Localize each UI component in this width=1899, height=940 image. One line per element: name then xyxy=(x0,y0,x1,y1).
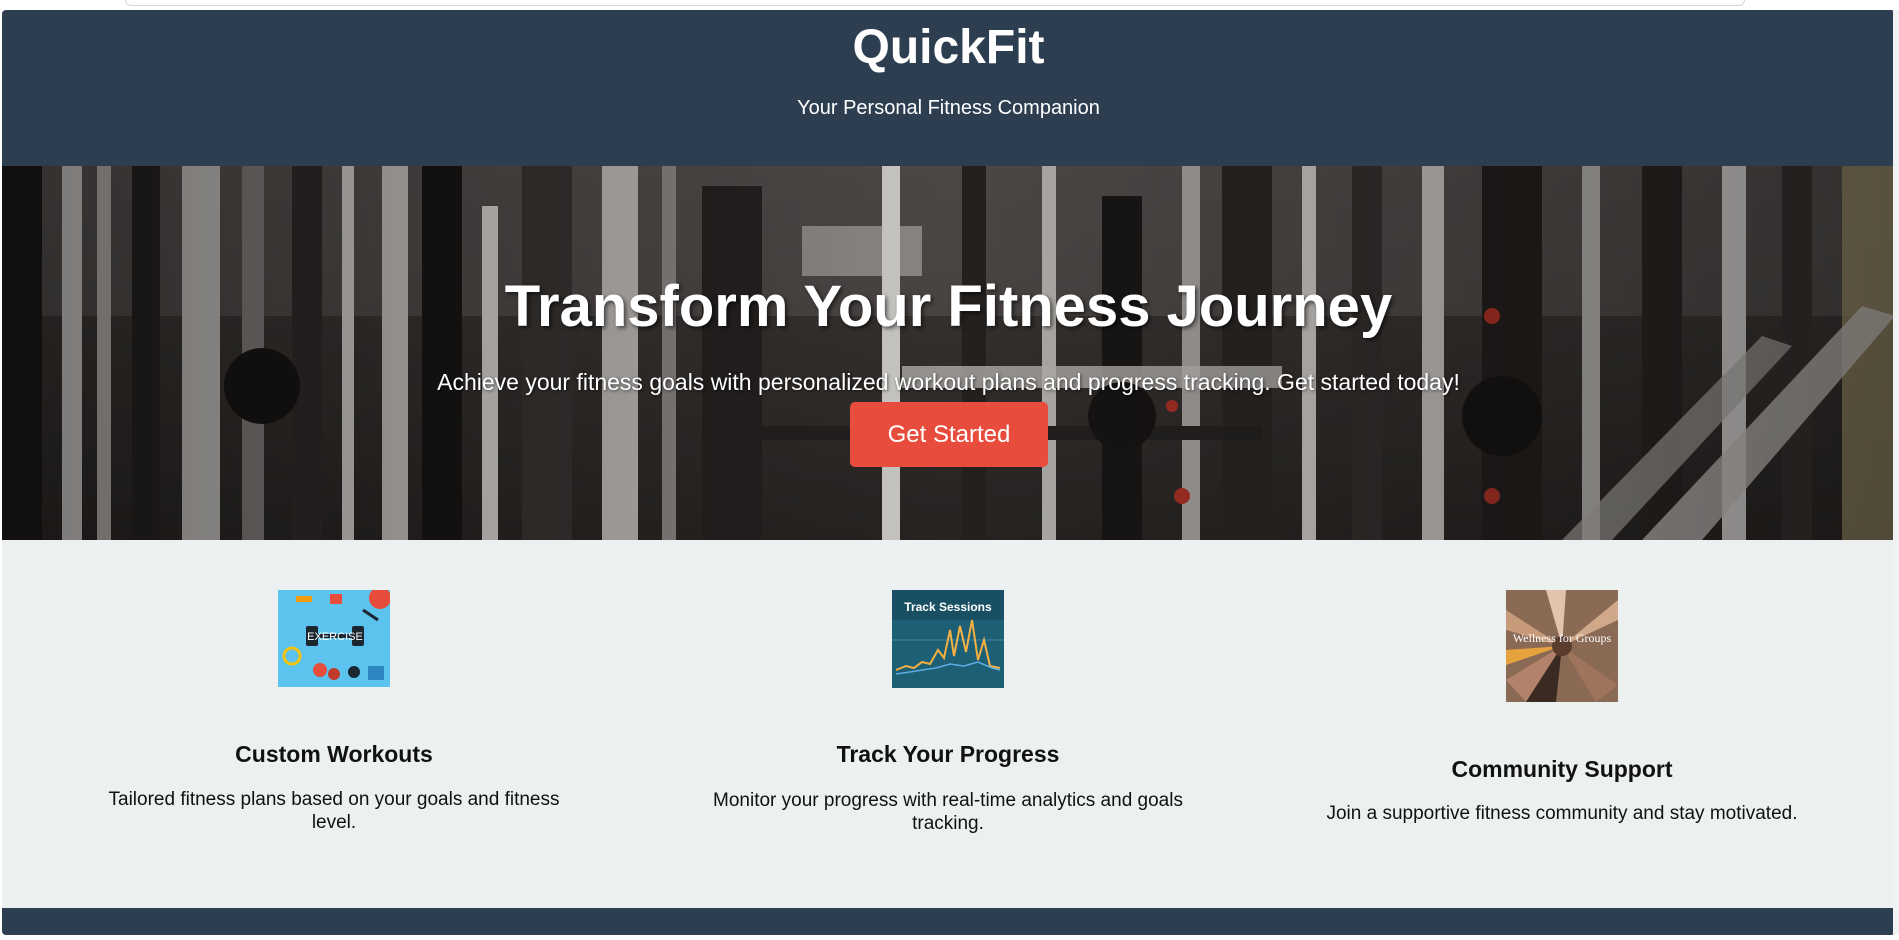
hero-section: Transform Your Fitness Journey Achieve y… xyxy=(2,166,1895,540)
page: QuickFit Your Personal Fitness Companion xyxy=(2,10,1895,935)
site-header: QuickFit Your Personal Fitness Companion xyxy=(2,10,1895,166)
feature-title: Custom Workouts xyxy=(235,741,433,767)
feature-progress-image-caption: Track Sessions xyxy=(904,600,992,614)
browser-top-edge xyxy=(125,0,1745,6)
feature-workouts-image: EXERCISE xyxy=(278,590,390,687)
feature-workouts-image-caption: EXERCISE xyxy=(307,631,363,643)
feature-progress-image: Track Sessions xyxy=(892,590,1004,688)
feature-title: Community Support xyxy=(1451,756,1673,782)
feature-community-image-caption: Wellness for Groups xyxy=(1513,631,1612,645)
feature-description: Tailored fitness plans based on your goa… xyxy=(108,789,560,833)
feature-track-progress: Track Sessions Track Your Progress Monit… xyxy=(648,540,1248,840)
feature-description: Join a supportive fitness community and … xyxy=(1326,803,1798,824)
feature-description: Monitor your progress with real-time ana… xyxy=(713,790,1183,834)
get-started-button[interactable]: Get Started xyxy=(850,402,1048,467)
hero-description: Achieve your fitness goals with personal… xyxy=(437,369,1460,395)
site-tagline: Your Personal Fitness Companion xyxy=(797,97,1100,119)
feature-community-support: Wellness for Groups Community Support Jo… xyxy=(1262,540,1862,840)
feature-title: Track Your Progress xyxy=(836,741,1060,767)
hero-title: Transform Your Fitness Journey xyxy=(504,274,1393,339)
page-scrollbar[interactable] xyxy=(1893,10,1899,935)
features-section: EXERCISE Custom Workouts Tailored fitnes… xyxy=(2,540,1895,918)
site-title: QuickFit xyxy=(852,21,1045,74)
hero-background-image xyxy=(2,166,1895,540)
feature-custom-workouts: EXERCISE Custom Workouts Tailored fitnes… xyxy=(34,540,634,840)
site-footer xyxy=(2,908,1895,935)
feature-community-image: Wellness for Groups xyxy=(1506,590,1618,702)
